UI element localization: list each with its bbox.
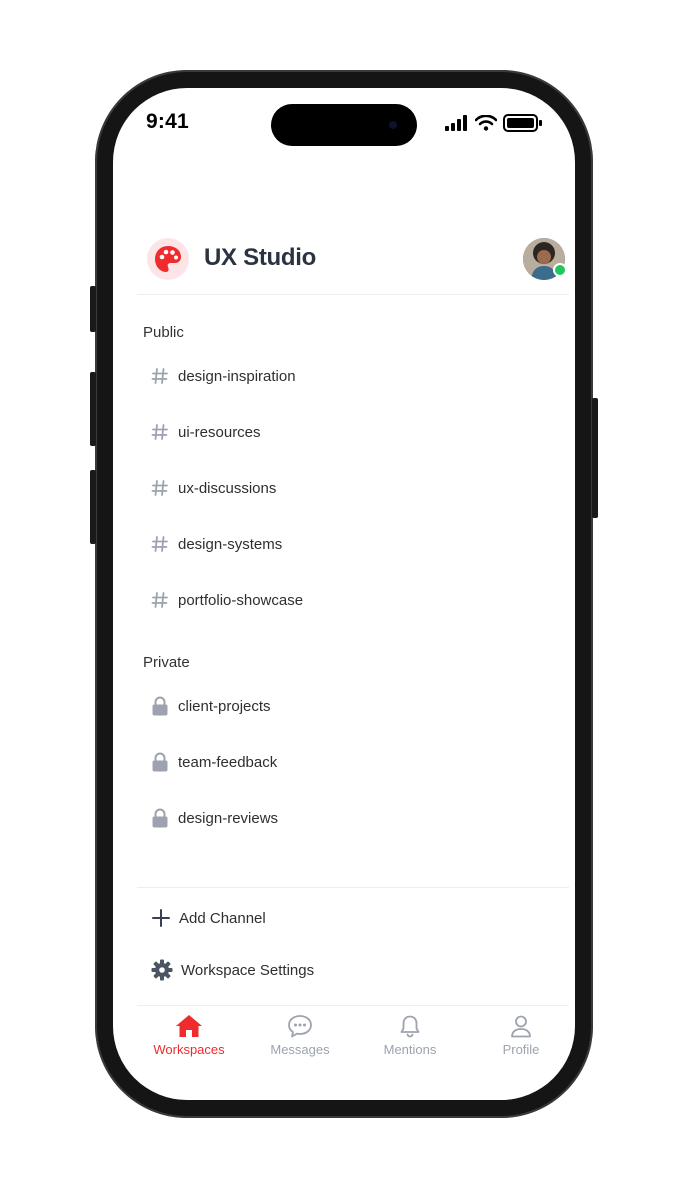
bell-icon: [400, 1015, 420, 1038]
signal-icon: [445, 115, 467, 131]
tabbar-divider: [137, 1005, 569, 1006]
workspace-header: UX Studio: [137, 232, 569, 294]
add-channel-button[interactable]: Add Channel: [151, 903, 266, 933]
channel-name: portfolio-showcase: [178, 591, 304, 609]
tab-profile[interactable]: Profile: [466, 1014, 575, 1057]
channel-item[interactable]: ui-resources: [149, 415, 549, 449]
wifi-icon: [475, 115, 497, 131]
battery-icon: [503, 114, 542, 132]
private-section-title: Private: [143, 654, 190, 671]
hash-icon: [149, 533, 171, 555]
channel-name: team-feedback: [178, 753, 278, 771]
channel-item[interactable]: ux-discussions: [149, 471, 549, 505]
hash-icon: [149, 421, 171, 443]
channel-name: design-inspiration: [178, 367, 296, 385]
hash-icon: [149, 365, 171, 387]
bottom-tab-bar: Workspaces Messages Mentions Profile: [113, 1008, 575, 1072]
channel-name: design-reviews: [178, 809, 279, 827]
volume-up-button: [90, 372, 96, 446]
online-status-dot: [553, 263, 567, 277]
workspace-settings-label: Workspace Settings: [181, 961, 315, 979]
workspace-title: UX Studio: [204, 244, 316, 271]
channel-item[interactable]: design-systems: [149, 527, 549, 561]
actions-divider: [137, 887, 569, 888]
home-icon: [176, 1015, 202, 1037]
workspace-logo[interactable]: [147, 238, 189, 280]
public-section-title: Public: [143, 324, 184, 341]
tab-mentions[interactable]: Mentions: [355, 1014, 465, 1057]
power-button: [592, 398, 598, 518]
tab-label: Profile: [502, 1042, 540, 1057]
user-avatar[interactable]: [523, 238, 567, 280]
channel-name: client-projects: [178, 697, 271, 715]
palette-icon: [155, 246, 181, 272]
tab-workspaces[interactable]: Workspaces: [134, 1014, 244, 1057]
hash-icon: [149, 477, 171, 499]
channel-name: ux-discussions: [178, 479, 277, 497]
channel-item[interactable]: design-inspiration: [149, 359, 549, 393]
phone-screen: 9:41 UX Studio Public design-inspiration…: [113, 88, 575, 1100]
lock-icon: [149, 695, 171, 717]
tab-label: Messages: [270, 1042, 330, 1057]
channel-item[interactable]: portfolio-showcase: [149, 583, 549, 617]
channel-item[interactable]: design-reviews: [149, 801, 549, 835]
volume-down-button: [90, 470, 96, 544]
tab-label: Mentions: [383, 1042, 437, 1057]
tab-label: Workspaces: [153, 1042, 225, 1057]
lock-icon: [149, 751, 171, 773]
channel-name: design-systems: [178, 535, 283, 553]
hash-icon: [149, 589, 171, 611]
action-button: [90, 286, 96, 332]
user-icon: [511, 1015, 531, 1038]
status-time: 9:41: [146, 110, 189, 133]
chat-icon: [288, 1015, 312, 1038]
tab-messages[interactable]: Messages: [245, 1014, 355, 1057]
channel-name: ui-resources: [178, 423, 261, 441]
add-channel-label: Add Channel: [179, 909, 266, 927]
lock-icon: [149, 807, 171, 829]
plus-icon: [152, 909, 170, 927]
dynamic-island: [271, 104, 417, 146]
header-divider: [137, 294, 569, 295]
channel-item[interactable]: team-feedback: [149, 745, 549, 779]
workspace-settings-button[interactable]: Workspace Settings: [151, 955, 314, 985]
gear-icon: [151, 959, 173, 981]
status-icons: [445, 114, 543, 132]
channel-item[interactable]: client-projects: [149, 689, 549, 723]
